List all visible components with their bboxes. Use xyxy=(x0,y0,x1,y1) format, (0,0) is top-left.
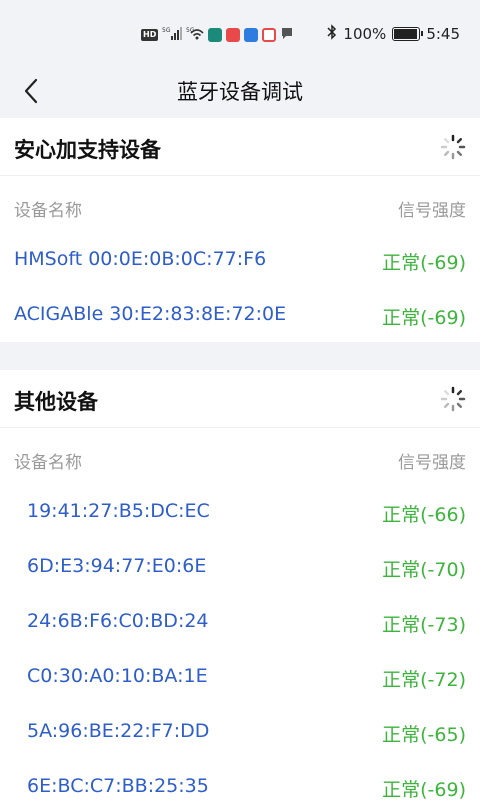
device-signal: 正常(-69) xyxy=(382,252,466,274)
app-notification-icon xyxy=(226,27,241,42)
column-header: 设备名称 信号强度 xyxy=(0,176,480,234)
section-title: 安心加支持设备 xyxy=(14,138,161,162)
column-signal-label: 信号强度 xyxy=(398,201,466,221)
bluetooth-icon xyxy=(327,24,337,44)
app-notification-icon xyxy=(208,27,223,42)
device-signal: 正常(-69) xyxy=(382,779,466,800)
device-row[interactable]: HMSoft 00:0E:0B:0C:77:F6 正常(-69) xyxy=(0,234,480,289)
status-icons-right: 100% 5:45 xyxy=(327,24,460,44)
device-row[interactable]: 19:41:27:B5:DC:EC 正常(-66) xyxy=(0,486,480,541)
clock: 5:45 xyxy=(426,25,460,43)
supported-devices-section: 安心加支持设备 设备名称 信号强度 HMSoft 00:0E:0B:0C:77:… xyxy=(0,118,480,342)
device-name: 24:6B:F6:C0:BD:24 xyxy=(27,610,209,632)
section-header: 其他设备 xyxy=(0,370,480,428)
device-signal: 正常(-73) xyxy=(382,614,466,636)
nav-bar: 蓝牙设备调试 xyxy=(0,70,480,116)
battery-percent: 100% xyxy=(343,25,387,43)
column-header: 设备名称 信号强度 xyxy=(0,428,480,486)
other-devices-section: 其他设备 设备名称 信号强度 19:41:27:B5:DC:EC 正常(-66)… xyxy=(0,370,480,800)
wifi-icon: 5G xyxy=(186,26,204,43)
app-notification-icon xyxy=(262,27,277,42)
net-label-1: 5G xyxy=(162,27,171,34)
status-bar: HD 5G 5G 100% 5:45 xyxy=(0,0,480,70)
device-signal: 正常(-69) xyxy=(382,307,466,329)
device-row[interactable]: 5A:96:BE:22:F7:DD 正常(-65) xyxy=(0,706,480,761)
device-row[interactable]: ACIGABle 30:E2:83:8E:72:0E 正常(-69) xyxy=(0,289,480,344)
device-name: HMSoft 00:0E:0B:0C:77:F6 xyxy=(14,248,267,270)
device-name: 5A:96:BE:22:F7:DD xyxy=(27,720,210,742)
device-row[interactable]: C0:30:A0:10:BA:1E 正常(-72) xyxy=(0,651,480,706)
device-name: 19:41:27:B5:DC:EC xyxy=(27,500,210,522)
device-row[interactable]: 6E:BC:C7:BB:25:35 正常(-69) xyxy=(0,761,480,800)
column-name-label: 设备名称 xyxy=(14,453,82,473)
device-name: 6E:BC:C7:BB:25:35 xyxy=(27,775,209,797)
loading-spinner-icon xyxy=(440,386,466,412)
device-signal: 正常(-72) xyxy=(382,669,466,691)
hd-badge: HD xyxy=(141,28,159,41)
device-name: C0:30:A0:10:BA:1E xyxy=(27,665,208,687)
device-name: ACIGABle 30:E2:83:8E:72:0E xyxy=(14,303,287,325)
app-notification-icon xyxy=(244,27,259,42)
column-signal-label: 信号强度 xyxy=(398,453,466,473)
battery-level xyxy=(394,29,418,39)
device-name: 6D:E3:94:77:E0:6E xyxy=(27,555,207,577)
device-row[interactable]: 24:6B:F6:C0:BD:24 正常(-73) xyxy=(0,596,480,651)
battery-icon xyxy=(392,27,424,41)
page-title: 蓝牙设备调试 xyxy=(177,80,303,104)
column-name-label: 设备名称 xyxy=(14,201,82,221)
section-header: 安心加支持设备 xyxy=(0,118,480,176)
cell-signal-icon: 5G xyxy=(162,26,183,43)
device-row[interactable]: 6D:E3:94:77:E0:6E 正常(-70) xyxy=(0,541,480,596)
device-signal: 正常(-66) xyxy=(382,504,466,526)
device-signal: 正常(-65) xyxy=(382,724,466,746)
section-title: 其他设备 xyxy=(14,390,98,414)
loading-spinner-icon xyxy=(440,134,466,160)
device-signal: 正常(-70) xyxy=(382,559,466,581)
message-icon xyxy=(280,26,294,43)
status-icons-left: HD 5G 5G xyxy=(141,26,294,43)
